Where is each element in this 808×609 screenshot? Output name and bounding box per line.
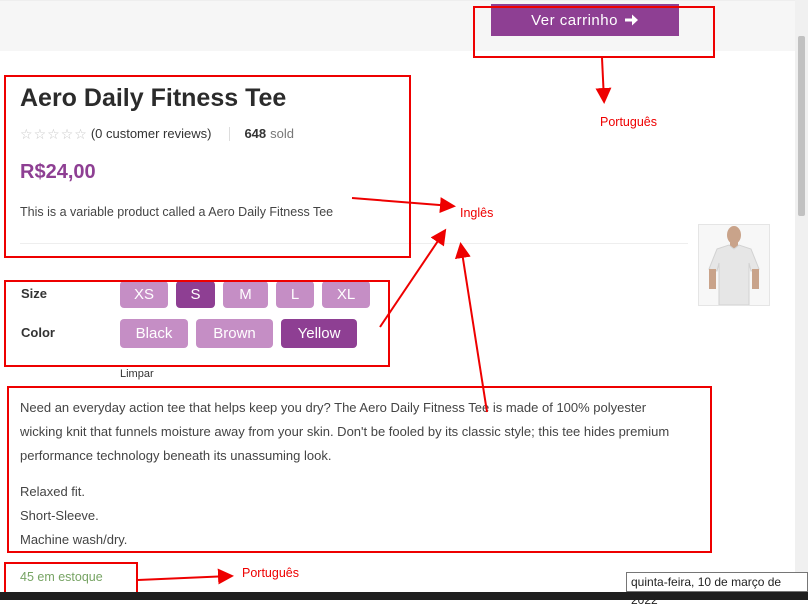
taskbar	[0, 592, 808, 600]
annotation-note-english: Inglês	[460, 206, 494, 220]
page-scrollbar[interactable]	[795, 0, 808, 600]
annotation-note-portuguese: Português	[242, 566, 299, 580]
annotation-note-portuguese: Português	[600, 115, 657, 129]
scrollbar-thumb[interactable]	[798, 36, 805, 216]
tshirt-image	[699, 225, 769, 306]
annotation-box-summary	[4, 75, 411, 258]
annotation-arrow	[595, 57, 612, 104]
clear-selection-link[interactable]: Limpar	[120, 368, 154, 380]
date-tooltip: quinta-feira, 10 de março de 2022	[626, 572, 808, 607]
annotation-box-attributes	[4, 280, 390, 367]
product-thumbnail[interactable]	[698, 224, 770, 306]
annotation-box-cart	[473, 6, 715, 58]
annotation-arrow	[137, 568, 234, 585]
annotation-box-stock	[4, 562, 138, 594]
annotation-box-description	[7, 386, 712, 553]
